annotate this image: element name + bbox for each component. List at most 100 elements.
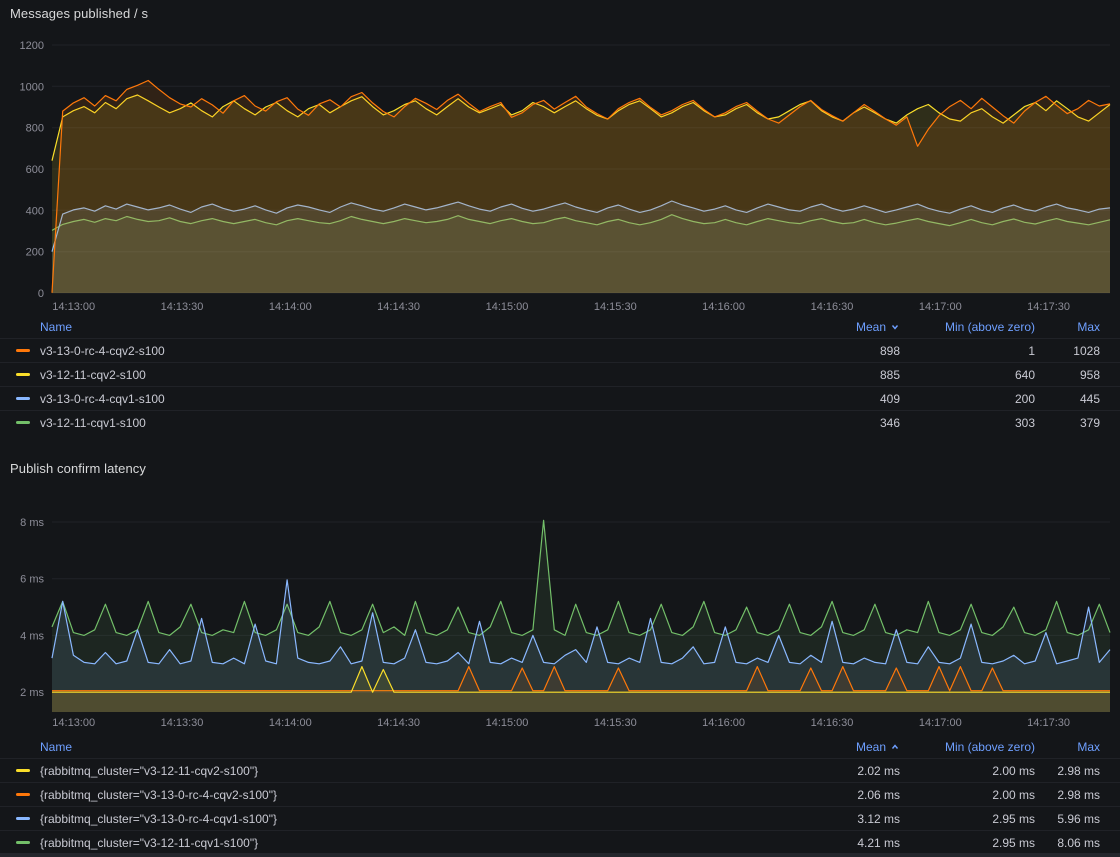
x-axis-label: 14:16:30 xyxy=(811,717,854,729)
series-color-swatch[interactable] xyxy=(16,769,30,772)
legend-header-name[interactable]: Name xyxy=(40,320,780,334)
mean-value: 2.02 ms xyxy=(780,764,900,778)
x-axis-label: 14:13:00 xyxy=(52,301,95,313)
series-color-swatch[interactable] xyxy=(16,349,30,352)
legend-row: v3-12-11-cqv1-s100346303379 xyxy=(0,410,1120,434)
max-value: 958 xyxy=(1035,368,1100,382)
x-axis-label: 14:13:30 xyxy=(161,717,204,729)
x-axis-label: 14:14:00 xyxy=(269,301,312,313)
sort-direction-icon xyxy=(890,322,900,332)
series-name[interactable]: v3-13-0-rc-4-cqv2-s100 xyxy=(40,344,780,358)
max-value: 2.98 ms xyxy=(1035,788,1100,802)
x-axis-label: 14:17:30 xyxy=(1027,301,1070,313)
max-value: 445 xyxy=(1035,392,1100,406)
series-color-swatch[interactable] xyxy=(16,397,30,400)
series-name[interactable]: {rabbitmq_cluster="v3-12-11-cqv2-s100"} xyxy=(40,764,780,778)
x-axis-label: 14:15:00 xyxy=(486,301,529,313)
mean-value: 2.06 ms xyxy=(780,788,900,802)
series-color-swatch[interactable] xyxy=(16,421,30,424)
latency-legend-table: Name Mean Min (above zero) Max {rabbitmq… xyxy=(0,736,1120,854)
min-value: 200 xyxy=(900,392,1035,406)
series-color-swatch[interactable] xyxy=(16,373,30,376)
series-line xyxy=(52,520,1110,635)
mean-value: 4.21 ms xyxy=(780,836,900,850)
mean-header-label: Mean xyxy=(856,740,886,754)
series-name[interactable]: v3-12-11-cqv2-s100 xyxy=(40,368,780,382)
legend-row: {rabbitmq_cluster="v3-12-11-cqv1-s100"}4… xyxy=(0,830,1120,854)
mean-header-label: Mean xyxy=(856,320,886,334)
x-axis-label: 14:13:30 xyxy=(161,301,204,313)
series-name[interactable]: v3-13-0-rc-4-cqv1-s100 xyxy=(40,392,780,406)
grafana-dashboard: { "panels": [ { "title": "Messages publi… xyxy=(0,0,1120,857)
series-name[interactable]: {rabbitmq_cluster="v3-13-0-rc-4-cqv1-s10… xyxy=(40,812,780,826)
max-value: 2.98 ms xyxy=(1035,764,1100,778)
x-axis-label: 14:14:00 xyxy=(269,717,312,729)
min-value: 2.00 ms xyxy=(900,788,1035,802)
min-value: 303 xyxy=(900,416,1035,430)
x-axis-label: 14:16:00 xyxy=(702,717,745,729)
min-value: 2.95 ms xyxy=(900,836,1035,850)
legend-header-mean[interactable]: Mean xyxy=(780,740,900,754)
x-axis-label: 14:17:00 xyxy=(919,301,962,313)
publish-confirm-latency-chart[interactable]: 2 ms 4 ms 6 ms 8 ms 14:13:00 14:13:30 14:14:00… xyxy=(0,486,1120,732)
x-axis-label: 14:17:30 xyxy=(1027,717,1070,729)
panel-title-messages-published[interactable]: Messages published / s xyxy=(10,6,148,21)
y-axis-label: 2 ms xyxy=(20,687,44,699)
y-axis-label: 800 xyxy=(26,123,44,135)
min-value: 2.00 ms xyxy=(900,764,1035,778)
y-axis-label: 1000 xyxy=(20,81,44,93)
y-axis-label: 6 ms xyxy=(20,574,44,586)
series-name[interactable]: v3-12-11-cqv1-s100 xyxy=(40,416,780,430)
legend-header-min[interactable]: Min (above zero) xyxy=(900,740,1035,754)
max-value: 5.96 ms xyxy=(1035,812,1100,826)
series-color-swatch[interactable] xyxy=(16,841,30,844)
legend-header: Name Mean Min (above zero) Max xyxy=(0,736,1120,758)
max-value: 1028 xyxy=(1035,344,1100,358)
min-value: 640 xyxy=(900,368,1035,382)
panel-title-publish-confirm-latency[interactable]: Publish confirm latency xyxy=(10,461,146,476)
legend-header-max[interactable]: Max xyxy=(1035,320,1100,334)
x-axis-label: 14:15:30 xyxy=(594,717,637,729)
legend-row: v3-13-0-rc-4-cqv2-s10089811028 xyxy=(0,338,1120,362)
x-axis-label: 14:16:30 xyxy=(811,301,854,313)
min-value: 1 xyxy=(900,344,1035,358)
min-value: 2.95 ms xyxy=(900,812,1035,826)
y-axis-label: 600 xyxy=(26,164,44,176)
series-name[interactable]: {rabbitmq_cluster="v3-12-11-cqv1-s100"} xyxy=(40,836,780,850)
y-axis-label: 200 xyxy=(26,247,44,259)
legend-header-min[interactable]: Min (above zero) xyxy=(900,320,1035,334)
x-axis-label: 14:16:00 xyxy=(702,301,745,313)
y-axis-label: 4 ms xyxy=(20,630,44,642)
max-value: 8.06 ms xyxy=(1035,836,1100,850)
y-axis-label: 1200 xyxy=(20,40,44,52)
series-color-swatch[interactable] xyxy=(16,793,30,796)
x-axis-label: 14:15:00 xyxy=(486,717,529,729)
x-axis-label: 14:14:30 xyxy=(377,301,420,313)
series-name[interactable]: {rabbitmq_cluster="v3-13-0-rc-4-cqv2-s10… xyxy=(40,788,780,802)
y-axis-label: 0 xyxy=(38,288,44,300)
messages-published-chart[interactable]: 0 200 400 600 800 1000 1200 14:13:00 14:13:30 14:… xyxy=(0,28,1120,320)
x-axis-label: 14:13:00 xyxy=(52,717,95,729)
messages-legend-table: Name Mean Min (above zero) Max v3-13-0-r… xyxy=(0,316,1120,434)
legend-header: Name Mean Min (above zero) Max xyxy=(0,316,1120,338)
legend-header-max[interactable]: Max xyxy=(1035,740,1100,754)
y-axis-label: 8 ms xyxy=(20,517,44,529)
legend-header-name[interactable]: Name xyxy=(40,740,780,754)
x-axis-label: 14:14:30 xyxy=(377,717,420,729)
max-value: 379 xyxy=(1035,416,1100,430)
mean-value: 3.12 ms xyxy=(780,812,900,826)
series-color-swatch[interactable] xyxy=(16,817,30,820)
mean-value: 346 xyxy=(780,416,900,430)
series-area xyxy=(52,81,1110,294)
sort-direction-icon xyxy=(890,742,900,752)
y-axis-label: 400 xyxy=(26,205,44,217)
legend-row: {rabbitmq_cluster="v3-13-0-rc-4-cqv2-s10… xyxy=(0,782,1120,806)
x-axis-label: 14:17:00 xyxy=(919,717,962,729)
legend-header-mean[interactable]: Mean xyxy=(780,320,900,334)
mean-value: 898 xyxy=(780,344,900,358)
legend-row: v3-13-0-rc-4-cqv1-s100409200445 xyxy=(0,386,1120,410)
mean-value: 885 xyxy=(780,368,900,382)
legend-row: {rabbitmq_cluster="v3-13-0-rc-4-cqv1-s10… xyxy=(0,806,1120,830)
legend-row: v3-12-11-cqv2-s100885640958 xyxy=(0,362,1120,386)
x-axis-label: 14:15:30 xyxy=(594,301,637,313)
